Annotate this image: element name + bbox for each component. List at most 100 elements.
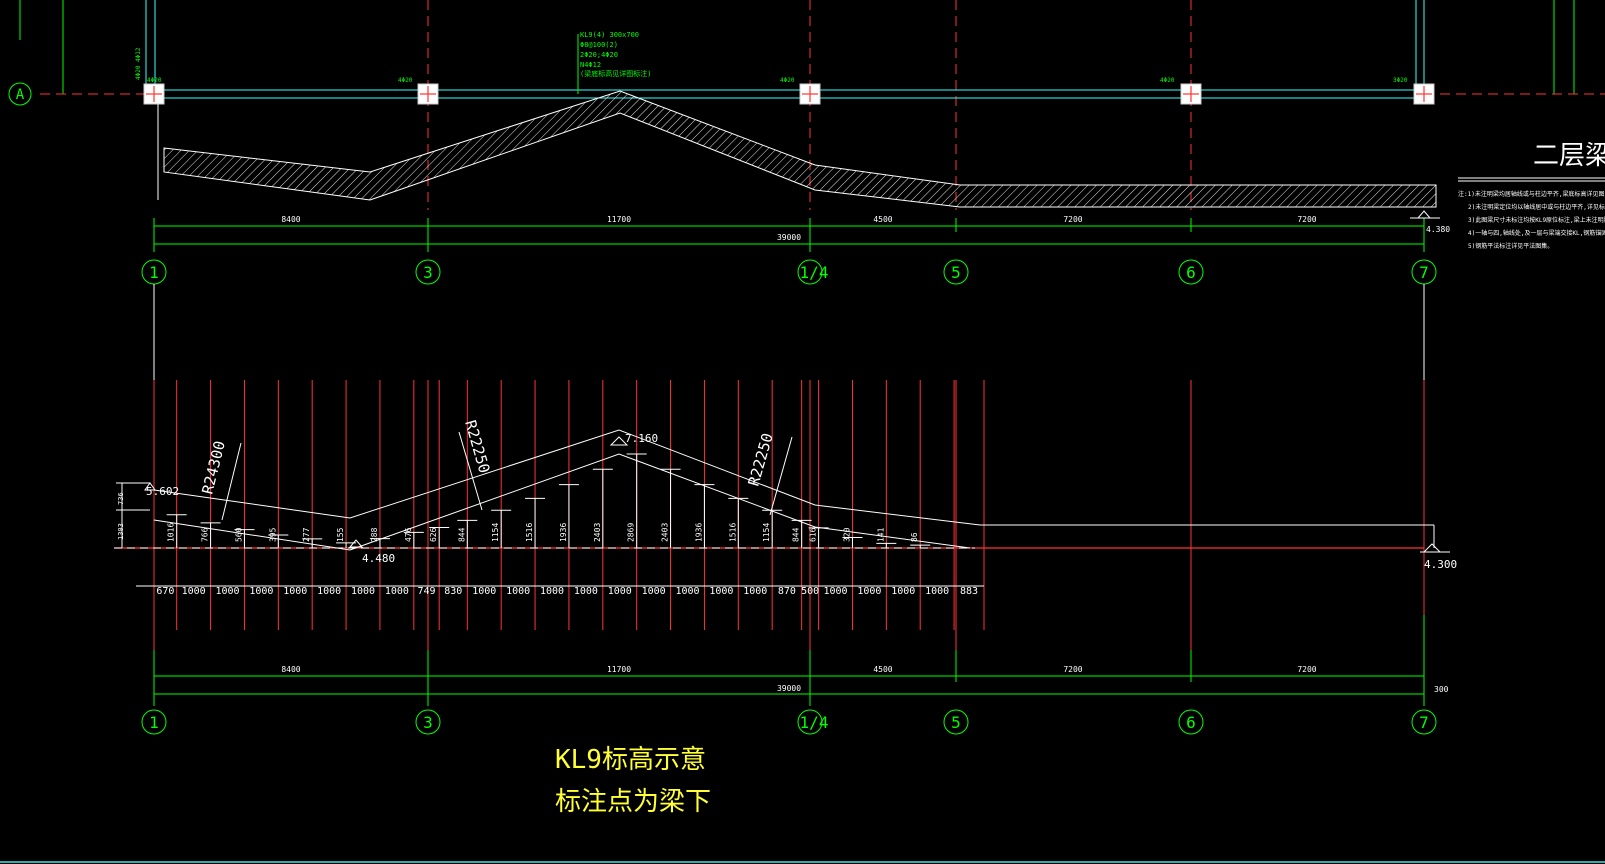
- spacing-label: 1000: [283, 586, 307, 597]
- plan-span-2: 11700: [607, 215, 631, 224]
- plan-span-1: 8400: [281, 215, 300, 224]
- elevation-axis-bubbles: 1 3 1/4 5 6 7: [141, 709, 1437, 735]
- plan-total: 39000: [777, 233, 801, 242]
- spacing-label: 1000: [823, 586, 847, 597]
- height-label: 1154: [491, 523, 500, 542]
- caption-line-1: KL9标高示意: [555, 745, 706, 775]
- beam-annotation-line-5: (梁底标高见详图标注): [580, 69, 651, 78]
- elev-axis-7: 7: [1419, 713, 1429, 732]
- height-label: 1516: [525, 523, 534, 542]
- height-label: 155: [336, 527, 345, 542]
- elev-span-1: 8400: [281, 665, 300, 674]
- elev-span-5: 7200: [1297, 665, 1316, 674]
- elev-span-3: 4500: [873, 665, 892, 674]
- beam-annotation-line-4: N4Φ12: [580, 61, 601, 69]
- elev-axis-5: 5: [951, 713, 961, 732]
- beam-profile-hatched: [163, 90, 1437, 208]
- radius-left-label: R24300: [198, 439, 229, 496]
- spacing-label: 1000: [215, 586, 239, 597]
- height-label: 476: [404, 527, 413, 542]
- column-mark-1: 4Φ20: [147, 77, 162, 84]
- spacing-label: 1000: [385, 586, 409, 597]
- height-label: 320: [842, 527, 851, 542]
- column-mark-6: 4Φ20: [1160, 77, 1175, 84]
- plan-note-5: 5)钢筋平法标注详见平法图集。: [1468, 242, 1553, 250]
- elev-span-4: 7200: [1063, 665, 1082, 674]
- elev-axis-6: 6: [1186, 713, 1196, 732]
- plan-note-2: 2)未注明梁定位均以轴线居中或与柱边平齐,详见标注。: [1468, 203, 1605, 211]
- plan-axis-3: 3: [423, 263, 433, 282]
- beam-annotation-line-2: Φ8@100(2): [580, 41, 618, 49]
- plan-dimensions: 8400 11700 4500 7200 7200 39000 4.380: [153, 210, 1450, 252]
- side-mark-left: 4Φ20 4Φ12: [135, 47, 142, 80]
- height-label: 2403: [593, 523, 602, 542]
- elev-axis-3: 3: [423, 713, 433, 732]
- height-label: 844: [792, 527, 801, 542]
- height-label: 277: [302, 527, 311, 542]
- height-label: 766: [201, 527, 210, 542]
- plan-axis-1: 1: [149, 263, 159, 282]
- plan-axis-1-4: 1/4: [800, 263, 829, 282]
- spacing-label: 1000: [317, 586, 341, 597]
- elevation-view: 1016 766 560 395 277 155 288 476 626 844 1154 1516 1…: [114, 380, 1457, 735]
- plan-view: A 4Φ20 4Φ20 4Φ20 4Φ20 3Φ20 4Φ20 4Φ12 KL9…: [8, 0, 1605, 380]
- plan-span-3: 4500: [873, 215, 892, 224]
- spacing-label: 1000: [709, 586, 733, 597]
- beam-annotation-line-1: KL9(4) 300x700: [580, 31, 639, 39]
- left-dim-bottom: 1303: [117, 523, 125, 540]
- plan-axis-bubbles: 1 3 1/4 5 6 7: [141, 259, 1437, 285]
- cad-drawing-canvas[interactable]: A 4Φ20 4Φ20 4Φ20 4Φ20 3Φ20 4Φ20 4Φ12 KL9…: [0, 0, 1605, 864]
- plan-span-4: 7200: [1063, 215, 1082, 224]
- plan-axis-5: 5: [951, 263, 961, 282]
- spacing-label: 1000: [675, 586, 699, 597]
- height-label: 616: [809, 527, 818, 542]
- radius-mid-label: R22250: [461, 418, 493, 475]
- spacing-label: 749: [417, 586, 435, 597]
- top-elevation: 7.160: [625, 432, 658, 445]
- spacing-label: 1000: [472, 586, 496, 597]
- height-label: 1154: [762, 523, 771, 542]
- spacing-label: 1000: [182, 586, 206, 597]
- height-label: 844: [457, 527, 466, 542]
- beam-annotation-line-3: 2Φ20;4Φ20: [580, 51, 618, 59]
- spacing-label: 1000: [642, 586, 666, 597]
- plan-right-elev: 4.380: [1426, 225, 1450, 234]
- elev-axis-1-4: 1/4: [800, 713, 829, 732]
- plan-span-5: 7200: [1297, 215, 1316, 224]
- height-marks: 1016 766 560 395 277 155 288 476 626 844 1154 1516 1…: [166, 453, 931, 548]
- height-label: 2869: [627, 523, 636, 542]
- height-label: 1936: [559, 523, 568, 542]
- spacing-label: 830: [444, 586, 462, 597]
- spacing-label: 1000: [574, 586, 598, 597]
- right-elevation: 4.300: [1424, 558, 1457, 571]
- spacing-label: 1000: [540, 586, 564, 597]
- low-elevation: 4.480: [362, 552, 395, 565]
- elev-axis-1: 1: [149, 713, 159, 732]
- plan-note-3: 3)此图梁尺寸未标注均按KL9原位标注,梁上未注明腰筋为4Φ12。: [1468, 216, 1605, 224]
- plan-note-4: 4)一轴与四,轴线处,及一层与梁端交接KL,钢筋锚固长度。: [1468, 229, 1605, 237]
- plan-axis-7: 7: [1419, 263, 1429, 282]
- height-label: 141: [876, 527, 885, 542]
- spacing-label: 870: [778, 586, 796, 597]
- column-mark-1-4: 4Φ20: [780, 77, 795, 84]
- height-label: 86: [910, 532, 919, 542]
- elev-span-2: 11700: [607, 665, 631, 674]
- cad-drawing: A 4Φ20 4Φ20 4Φ20 4Φ20 3Φ20 4Φ20 4Φ12 KL9…: [0, 0, 1605, 863]
- spacing-label: 1000: [249, 586, 273, 597]
- spacing-label: 1000: [351, 586, 375, 597]
- height-label: 626: [429, 527, 438, 542]
- spacing-label: 1000: [743, 586, 767, 597]
- spacing-label: 1000: [891, 586, 915, 597]
- columns: [143, 83, 1435, 105]
- spacing-label: 1000: [608, 586, 632, 597]
- height-label: 1936: [694, 523, 703, 542]
- spacing-label: 1000: [857, 586, 881, 597]
- column-mark-3: 4Φ20: [398, 77, 413, 84]
- spacing-label: 1000: [925, 586, 949, 597]
- elev-right-dim: 300: [1434, 685, 1449, 694]
- beam-annotation: KL9(4) 300x700 Φ8@100(2) 2Φ20;4Φ20 N4Φ12…: [580, 31, 651, 78]
- spacing-label: 500: [801, 586, 819, 597]
- left-elevation: 5.602: [146, 485, 179, 498]
- height-label: 2403: [661, 523, 670, 542]
- plan-axis-6: 6: [1186, 263, 1196, 282]
